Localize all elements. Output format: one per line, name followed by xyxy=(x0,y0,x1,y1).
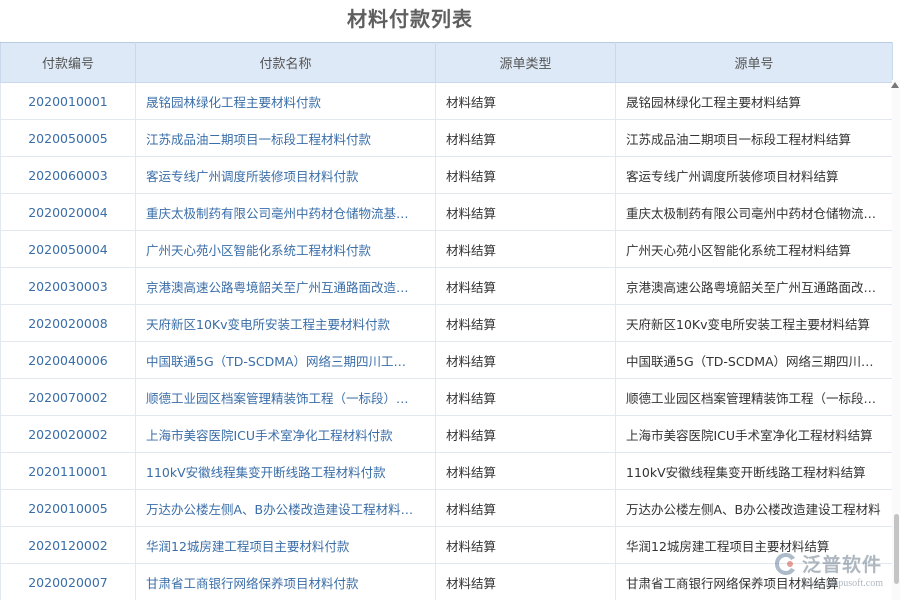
source-type-cell: 材料结算 xyxy=(436,120,616,157)
table-row[interactable]: 2020020004重庆太极制药有限公司亳州中药材仓储物流基…材料结算重庆太极制… xyxy=(1,194,893,231)
payment-name-link[interactable]: 客运专线广州调度所装修项目材料付款 xyxy=(136,157,436,194)
source-number-cell: 江苏成品油二期项目一标段工程材料结算 xyxy=(616,120,893,157)
payment-code-cell[interactable]: 2020070002 xyxy=(1,379,136,416)
source-type-cell: 材料结算 xyxy=(436,305,616,342)
payment-name-link[interactable]: 顺德工业园区档案管理精装饰工程（一标段）… xyxy=(136,379,436,416)
table-row[interactable]: 2020110001110kV安徽线程集变开断线路工程材料付款材料结算110kV… xyxy=(1,453,893,490)
table-row[interactable]: 2020070002顺德工业园区档案管理精装饰工程（一标段）…材料结算顺德工业园… xyxy=(1,379,893,416)
table-row[interactable]: 2020060003客运专线广州调度所装修项目材料付款材料结算客运专线广州调度所… xyxy=(1,157,893,194)
payment-code-cell[interactable]: 2020020008 xyxy=(1,305,136,342)
page-title: 材料付款列表 xyxy=(0,0,820,40)
table-row[interactable]: 2020120002华润12城房建工程项目主要材料付款材料结算华润12城房建工程… xyxy=(1,527,893,564)
source-number-cell: 上海市美容医院ICU手术室净化工程材料结算 xyxy=(616,416,893,453)
payment-name-link[interactable]: 中国联通5G（TD-SCDMA）网络三期四川工… xyxy=(136,342,436,379)
payment-code-cell[interactable]: 2020050004 xyxy=(1,231,136,268)
source-type-cell: 材料结算 xyxy=(436,194,616,231)
source-type-cell: 材料结算 xyxy=(436,416,616,453)
payment-code-cell[interactable]: 2020110001 xyxy=(1,453,136,490)
table-row[interactable]: 2020050005江苏成品油二期项目一标段工程材料付款材料结算江苏成品油二期项… xyxy=(1,120,893,157)
source-type-cell: 材料结算 xyxy=(436,157,616,194)
payment-code-cell[interactable]: 2020020007 xyxy=(1,564,136,600)
source-type-cell: 材料结算 xyxy=(436,564,616,600)
payment-code-cell[interactable]: 2020020004 xyxy=(1,194,136,231)
source-number-cell: 天府新区10Kv变电所安装工程主要材料结算 xyxy=(616,305,893,342)
payment-name-link[interactable]: 晟铭园林绿化工程主要材料付款 xyxy=(136,83,436,120)
source-number-cell: 中国联通5G（TD-SCDMA）网络三期四川工… xyxy=(616,342,893,379)
source-number-cell: 客运专线广州调度所装修项目材料结算 xyxy=(616,157,893,194)
table-row[interactable]: 2020020008天府新区10Kv变电所安装工程主要材料付款材料结算天府新区1… xyxy=(1,305,893,342)
scrollbar-thumb[interactable] xyxy=(894,514,899,584)
source-number-cell: 华润12城房建工程项目主要材料结算 xyxy=(616,527,893,564)
source-number-cell: 京港澳高速公路粤境韶关至广州互通路面改造… xyxy=(616,268,893,305)
payment-code-cell[interactable]: 2020010001 xyxy=(1,83,136,120)
payment-name-link[interactable]: 重庆太极制药有限公司亳州中药材仓储物流基… xyxy=(136,194,436,231)
source-number-cell: 110kV安徽线程集变开断线路工程材料结算 xyxy=(616,453,893,490)
payment-name-link[interactable]: 110kV安徽线程集变开断线路工程材料付款 xyxy=(136,453,436,490)
column-header-source-no[interactable]: 源单号 xyxy=(616,43,893,83)
payment-name-link[interactable]: 京港澳高速公路粤境韶关至广州互通路面改造… xyxy=(136,268,436,305)
payment-name-link[interactable]: 甘肃省工商银行网络保养项目材料付款 xyxy=(136,564,436,600)
payment-name-link[interactable]: 天府新区10Kv变电所安装工程主要材料付款 xyxy=(136,305,436,342)
source-type-cell: 材料结算 xyxy=(436,268,616,305)
table-row[interactable]: 2020020002上海市美容医院ICU手术室净化工程材料付款材料结算上海市美容… xyxy=(1,416,893,453)
scroll-up-arrow-icon[interactable] xyxy=(891,82,899,88)
column-header-code[interactable]: 付款编号 xyxy=(1,43,136,83)
source-type-cell: 材料结算 xyxy=(436,490,616,527)
payment-code-cell[interactable]: 2020010005 xyxy=(1,490,136,527)
payment-name-link[interactable]: 万达办公楼左侧A、B办公楼改造建设工程材料… xyxy=(136,490,436,527)
source-number-cell: 顺德工业园区档案管理精装饰工程（一标段）… xyxy=(616,379,893,416)
payment-code-cell[interactable]: 2020120002 xyxy=(1,527,136,564)
source-type-cell: 材料结算 xyxy=(436,379,616,416)
payment-code-cell[interactable]: 2020060003 xyxy=(1,157,136,194)
table-header-row: 付款编号 付款名称 源单类型 源单号 xyxy=(1,43,893,83)
table-row[interactable]: 2020010001晟铭园林绿化工程主要材料付款材料结算晟铭园林绿化工程主要材料… xyxy=(1,83,893,120)
source-number-cell: 晟铭园林绿化工程主要材料结算 xyxy=(616,83,893,120)
source-type-cell: 材料结算 xyxy=(436,527,616,564)
payment-name-link[interactable]: 华润12城房建工程项目主要材料付款 xyxy=(136,527,436,564)
payment-code-cell[interactable]: 2020030003 xyxy=(1,268,136,305)
source-number-cell: 甘肃省工商银行网络保养项目材料结算 xyxy=(616,564,893,600)
column-header-source-type[interactable]: 源单类型 xyxy=(436,43,616,83)
table-row[interactable]: 2020030003京港澳高速公路粤境韶关至广州互通路面改造…材料结算京港澳高速… xyxy=(1,268,893,305)
column-header-name[interactable]: 付款名称 xyxy=(136,43,436,83)
source-number-cell: 万达办公楼左侧A、B办公楼改造建设工程材料 xyxy=(616,490,893,527)
table-row[interactable]: 2020050004广州天心苑小区智能化系统工程材料付款材料结算广州天心苑小区智… xyxy=(1,231,893,268)
payment-name-link[interactable]: 上海市美容医院ICU手术室净化工程材料付款 xyxy=(136,416,436,453)
source-number-cell: 广州天心苑小区智能化系统工程材料结算 xyxy=(616,231,893,268)
payment-code-cell[interactable]: 2020040006 xyxy=(1,342,136,379)
table-row[interactable]: 2020020007甘肃省工商银行网络保养项目材料付款材料结算甘肃省工商银行网络… xyxy=(1,564,893,600)
payment-name-link[interactable]: 江苏成品油二期项目一标段工程材料付款 xyxy=(136,120,436,157)
table-row[interactable]: 2020040006中国联通5G（TD-SCDMA）网络三期四川工…材料结算中国… xyxy=(1,342,893,379)
source-number-cell: 重庆太极制药有限公司亳州中药材仓储物流基… xyxy=(616,194,893,231)
source-type-cell: 材料结算 xyxy=(436,342,616,379)
payment-code-cell[interactable]: 2020020002 xyxy=(1,416,136,453)
payment-table: 付款编号 付款名称 源单类型 源单号 2020010001晟铭园林绿化工程主要材… xyxy=(0,42,900,600)
source-type-cell: 材料结算 xyxy=(436,453,616,490)
source-type-cell: 材料结算 xyxy=(436,231,616,268)
payment-name-link[interactable]: 广州天心苑小区智能化系统工程材料付款 xyxy=(136,231,436,268)
source-type-cell: 材料结算 xyxy=(436,83,616,120)
payment-code-cell[interactable]: 2020050005 xyxy=(1,120,136,157)
table-row[interactable]: 2020010005万达办公楼左侧A、B办公楼改造建设工程材料…材料结算万达办公… xyxy=(1,490,893,527)
